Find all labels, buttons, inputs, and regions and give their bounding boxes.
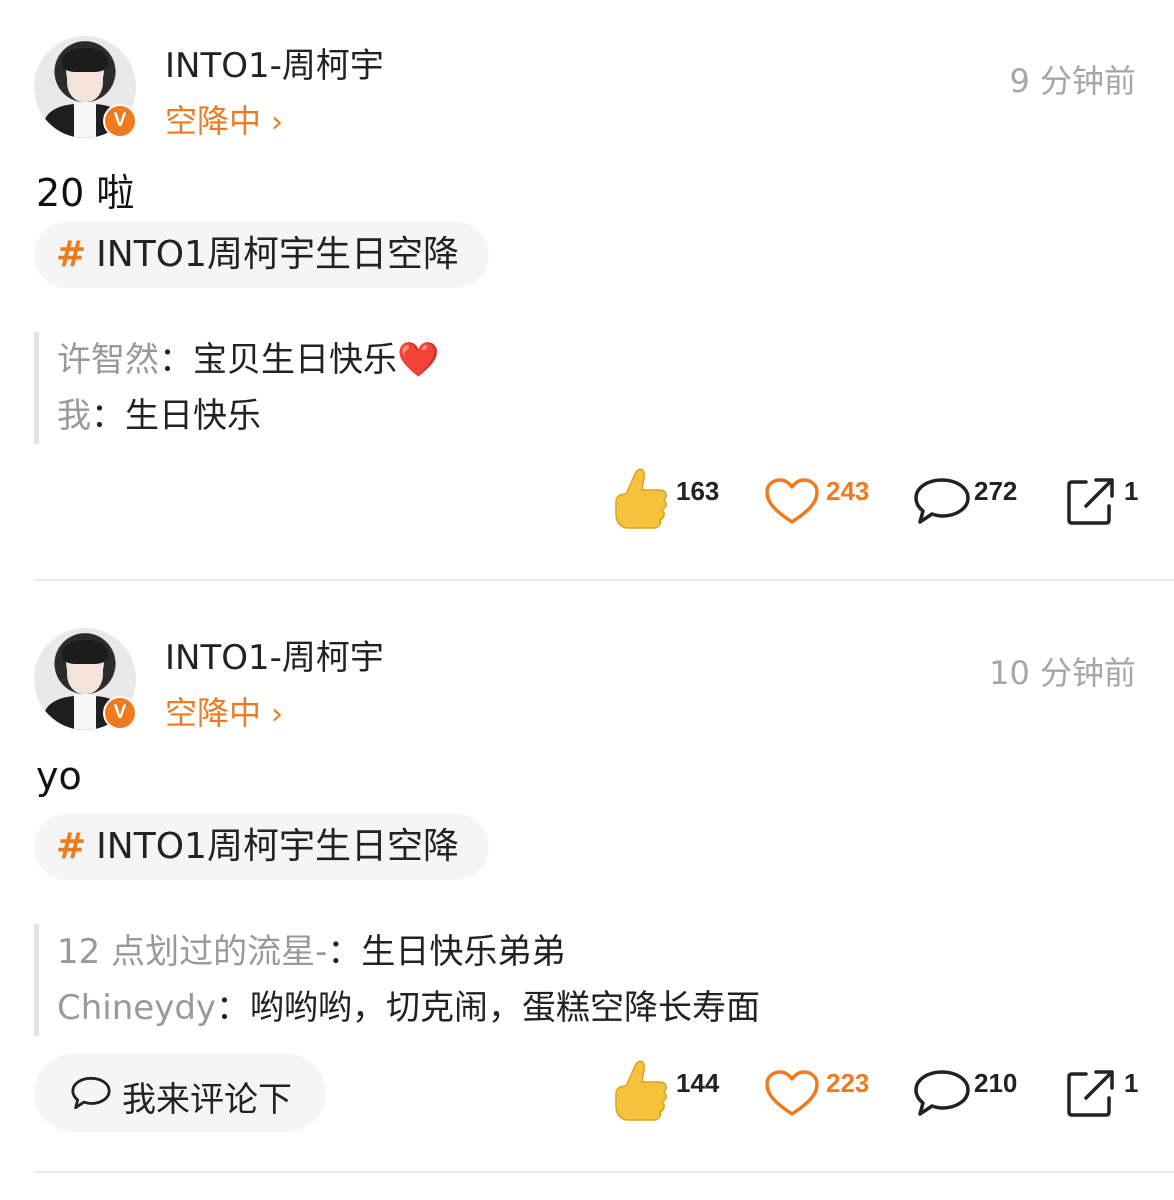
comment-icon[interactable]: [912, 476, 972, 526]
share-count: 1: [1124, 476, 1139, 506]
topic-tag[interactable]: # INTO1周柯宇生日空降: [34, 814, 489, 880]
hashtag-icon: #: [56, 234, 87, 275]
thumbs-up-icon[interactable]: [612, 466, 668, 530]
verified-badge-icon: V: [103, 696, 137, 730]
topic-label: INTO1周柯宇生日空降: [96, 234, 459, 275]
status-link[interactable]: 空降中 ›: [165, 96, 283, 142]
comment-text: 生日快乐弟弟: [361, 932, 566, 972]
comment-line: 我：生日快乐: [57, 396, 261, 436]
comment-preview[interactable]: 12 点划过的流星-：生日快乐弟弟 Chineydy：哟哟哟，切克闹，蛋糕空降长…: [34, 924, 760, 1036]
comment-text: 宝贝生日快乐: [193, 340, 397, 380]
action-bar: 163 243 272 1: [0, 466, 1174, 536]
commenter-name[interactable]: 我: [57, 396, 91, 436]
post-time: 10 分钟前: [989, 654, 1136, 692]
post-text: yo: [36, 754, 82, 798]
heart-icon[interactable]: [764, 1070, 820, 1118]
action-bar: 144 223 210 1: [0, 1058, 1174, 1128]
topic-tag[interactable]: # INTO1周柯宇生日空降: [34, 222, 489, 288]
commenter-name[interactable]: 许智然: [57, 340, 159, 380]
post-time: 9 分钟前: [1009, 62, 1136, 100]
share-icon[interactable]: [1066, 476, 1118, 526]
commenter-name[interactable]: Chineydy: [57, 988, 216, 1028]
comment-text: 哟哟哟，切克闹，蛋糕空降长寿面: [250, 988, 761, 1028]
topic-label: INTO1周柯宇生日空降: [96, 826, 459, 867]
comment-count: 272: [974, 476, 1018, 506]
share-icon[interactable]: [1066, 1068, 1118, 1118]
status-label: 空降中: [165, 102, 262, 140]
comment-preview[interactable]: 许智然：宝贝生日快乐❤️ 我：生日快乐: [34, 332, 439, 444]
chevron-right-icon: ›: [271, 697, 284, 732]
status-link[interactable]: 空降中 ›: [165, 688, 283, 734]
comment-text: 生日快乐: [125, 396, 261, 436]
comment-count: 210: [974, 1068, 1018, 1098]
like-count: 163: [676, 476, 720, 506]
heart-count: 223: [826, 1068, 870, 1098]
heart-count: 243: [826, 476, 870, 506]
comment-icon[interactable]: [912, 1068, 972, 1118]
chevron-right-icon: ›: [271, 105, 284, 140]
comment-line: 许智然：宝贝生日快乐❤️: [57, 340, 440, 380]
post-text: 20 啦: [36, 171, 135, 215]
heart-icon[interactable]: [764, 478, 820, 526]
verified-badge-icon: V: [103, 104, 137, 138]
share-count: 1: [1124, 1068, 1139, 1098]
like-count: 144: [676, 1068, 720, 1098]
post-divider: [34, 579, 1174, 581]
comment-line: 12 点划过的流星-：生日快乐弟弟: [57, 932, 566, 972]
commenter-name[interactable]: 12 点划过的流星-: [57, 932, 327, 972]
comment-line: Chineydy：哟哟哟，切克闹，蛋糕空降长寿面: [57, 988, 761, 1028]
username[interactable]: INTO1-周柯宇: [165, 38, 384, 87]
status-label: 空降中: [165, 694, 262, 732]
thumbs-up-icon[interactable]: [612, 1058, 668, 1122]
red-heart-icon: ❤️: [397, 340, 440, 380]
username[interactable]: INTO1-周柯宇: [165, 630, 384, 679]
hashtag-icon: #: [56, 826, 87, 867]
post-divider: [34, 1171, 1174, 1173]
